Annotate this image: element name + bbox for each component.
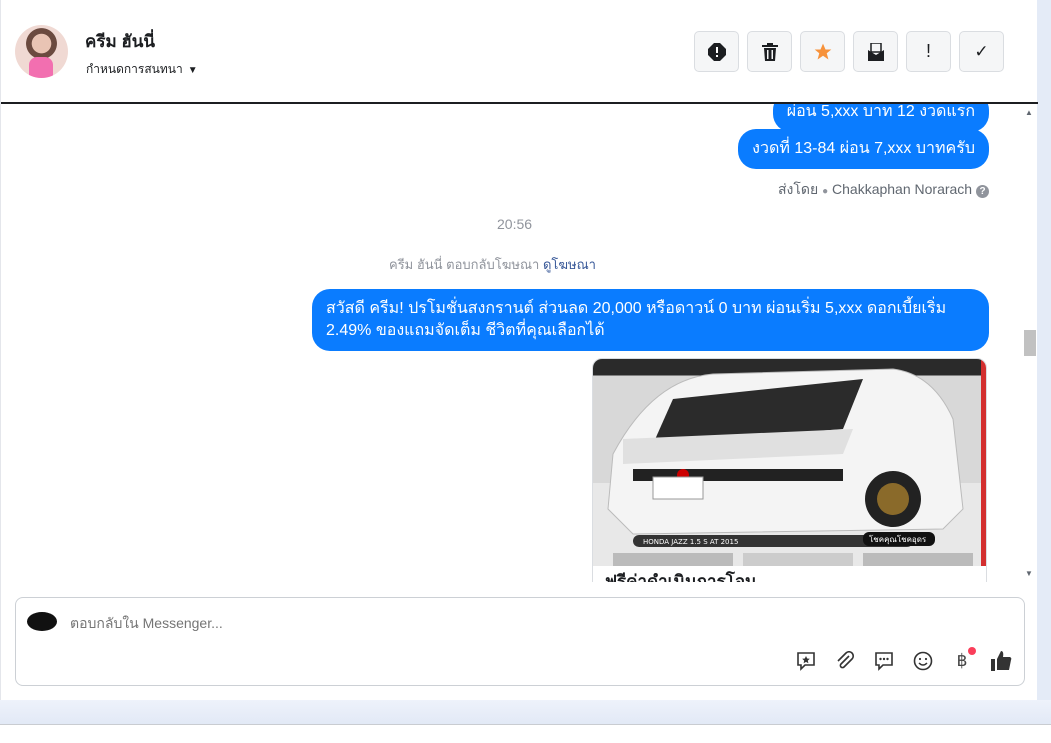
scroll-down-icon[interactable]: ▼	[1025, 569, 1033, 578]
verified-icon: ●	[822, 186, 829, 197]
view-ad-link[interactable]: ดูโฆษณา	[543, 257, 596, 272]
caret-down-icon: ▼	[187, 65, 198, 76]
background	[1037, 0, 1051, 725]
notification-dot	[968, 647, 976, 655]
baht-icon: ฿	[956, 651, 968, 670]
conversation-header: ครีม ฮันนี่ กำหนดการสนทนา ▼ ! ✓	[1, 0, 1038, 104]
conversation-panel: ครีม ฮันนี่ กำหนดการสนทนา ▼ ! ✓ ผ่อน 5,xx…	[0, 0, 1038, 700]
ad-card-title: ฟรีค่าดำเนินการโอน	[605, 572, 757, 582]
envelope-icon	[867, 42, 884, 61]
ad-reply-note: ครีม ฮันนี่ ตอบกลับโฆษณา ดูโฆษณา	[389, 254, 596, 275]
assign-conversation-dropdown[interactable]: กำหนดการสนทนา ▼	[86, 60, 198, 79]
promo-message: สวัสดี ครีม! ปรโมชั่นสงกรานต์ ส่วนลด 20,…	[312, 289, 989, 351]
quick-reply-button[interactable]	[873, 650, 895, 672]
composer-tools: ฿	[795, 647, 1012, 672]
mark-unread-button[interactable]	[853, 31, 898, 72]
saved-reply-button[interactable]	[795, 650, 817, 672]
car-image: HONDA JAZZ 1.5 S AT 2015 โชคคุณโชคอุดร	[593, 359, 986, 566]
timestamp: 20:56	[497, 216, 533, 232]
paperclip-icon	[837, 651, 855, 669]
thumbs-up-icon	[991, 651, 1012, 671]
like-button[interactable]	[990, 650, 1012, 672]
sent-by: ส่งโดย ● Chakkaphan Norarach ?	[778, 179, 989, 201]
background-bottom	[0, 700, 1051, 725]
spam-button[interactable]	[694, 31, 739, 72]
sent-by-label: ส่งโดย	[777, 181, 819, 197]
trash-icon	[761, 42, 778, 61]
scrollbar[interactable]: ▲ ▼	[1022, 104, 1036, 582]
star-button[interactable]	[800, 31, 845, 72]
delete-button[interactable]	[747, 31, 792, 72]
check-icon: ✓	[974, 41, 989, 61]
contact-avatar[interactable]	[15, 25, 68, 78]
scroll-up-icon[interactable]: ▲	[1025, 108, 1033, 117]
car-illustration: HONDA JAZZ 1.5 S AT 2015 โชคคุณโชคอุดร	[607, 368, 973, 566]
contact-name[interactable]: ครีม ฮันนี่	[85, 28, 155, 55]
attach-button[interactable]	[834, 650, 856, 672]
star-icon	[814, 43, 831, 59]
assign-label: กำหนดการสนทนา	[86, 62, 183, 76]
reply-input[interactable]	[70, 615, 970, 631]
exclamation-icon: !	[925, 41, 931, 61]
alert-octagon-icon	[707, 42, 726, 61]
sender-name[interactable]: Chakkaphan Norarach	[832, 181, 972, 197]
follow-up-button[interactable]: !	[906, 31, 951, 72]
done-button[interactable]: ✓	[959, 31, 1004, 72]
ad-reply-text: ครีม ฮันนี่ ตอบกลับโฆษณา	[389, 257, 540, 272]
payment-button[interactable]: ฿	[951, 647, 976, 672]
emoji-icon	[913, 651, 933, 671]
ad-card[interactable]: HONDA JAZZ 1.5 S AT 2015 โชคคุณโชคอุดร ฟ…	[592, 358, 987, 582]
help-icon[interactable]: ?	[976, 185, 989, 198]
message-bubble: ผ่อน 5,xxx บาท 12 งวดแรก	[772, 104, 989, 132]
emoji-button[interactable]	[912, 650, 934, 672]
message-bubble: งวดที่ 13-84 ผ่อน 7,xxx บาทครับ	[738, 129, 989, 169]
message-thread[interactable]: ผ่อน 5,xxx บาท 12 งวดแรก งวดที่ 13-84 ผ่…	[1, 104, 1038, 582]
reply-composer: ฿	[15, 597, 1025, 686]
image-caption: HONDA JAZZ 1.5 S AT 2015	[643, 538, 738, 546]
chat-icon	[875, 652, 893, 671]
image-badge: โชคคุณโชคอุดร	[869, 534, 927, 544]
header-actions: ! ✓	[694, 31, 1004, 72]
scrollbar-thumb[interactable]	[1024, 330, 1036, 356]
page-avatar	[27, 612, 57, 631]
saved-reply-icon	[797, 652, 815, 671]
